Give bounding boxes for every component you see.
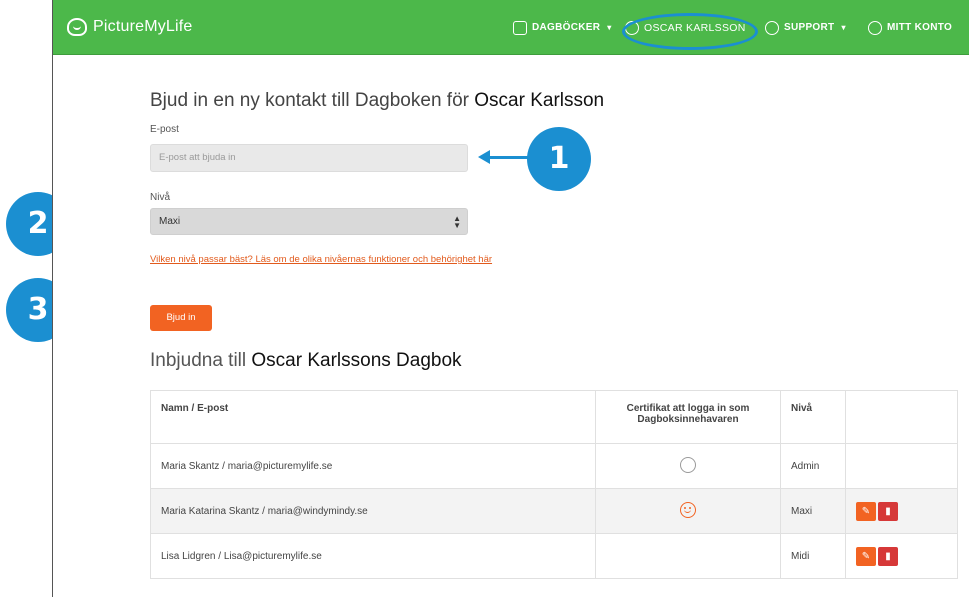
empty-circle-icon[interactable] (680, 456, 696, 473)
page-title: Bjud in en ny kontakt till Dagboken för … (150, 90, 604, 112)
level-help-link[interactable]: Vilken nivå passar bäst? Läs om de olika… (150, 254, 492, 265)
invited-heading-prefix: Inbjudna till (150, 350, 252, 371)
table-header-row: Namn / E-post Certifikat att logga in so… (150, 390, 958, 444)
user-icon (868, 20, 882, 35)
nav-support-label: SUPPORT (784, 22, 835, 33)
book-icon (513, 20, 527, 35)
edit-button[interactable]: ✎ (856, 501, 876, 521)
top-navbar: PictureMyLife DAGBÖCKER ▾ OSCAR KARLSSON… (53, 0, 969, 55)
row-actions: ✎ ▮ (845, 533, 958, 579)
smiley-icon[interactable] (680, 501, 696, 518)
col-certificate: Certifikat att logga in som Dagboksinneh… (595, 390, 781, 444)
invite-button[interactable]: Bjud in (150, 305, 212, 331)
row-name: Lisa Lidgren / Lisa@picturemylife.se (150, 533, 596, 579)
table-row: Maria Katarina Skantz / maria@windymindy… (150, 488, 958, 534)
row-name: Maria Skantz / maria@picturemylife.se (150, 443, 596, 489)
row-cert[interactable] (595, 443, 781, 489)
row-actions (845, 443, 958, 489)
invited-heading-owner: Oscar Karlssons Dagbok (251, 350, 462, 371)
owner-highlight-ring (622, 13, 758, 50)
edit-button[interactable]: ✎ (856, 546, 876, 566)
nav-support-menu[interactable]: SUPPORT ▾ (765, 0, 846, 55)
row-cert (595, 533, 781, 579)
row-cert[interactable] (595, 488, 781, 534)
brand-logo[interactable]: PictureMyLife (67, 18, 193, 36)
email-label: E-post (150, 124, 179, 135)
callout-1-arrow (478, 150, 528, 164)
level-select-value: Maxi (159, 216, 181, 227)
nav-diaries-label: DAGBÖCKER (532, 22, 601, 33)
level-label: Nivå (150, 192, 171, 203)
nav-account-menu[interactable]: MITT KONTO (868, 0, 952, 55)
chevron-down-icon: ▾ (607, 23, 612, 32)
row-level: Admin (780, 443, 846, 489)
col-actions (845, 390, 958, 444)
invited-heading: Inbjudna till Oscar Karlssons Dagbok (150, 350, 462, 372)
speech-bubble-icon (765, 20, 779, 35)
logo-icon (67, 18, 87, 36)
page-title-owner: Oscar Karlsson (474, 90, 605, 111)
callout-1: 1 (527, 127, 591, 191)
level-select[interactable]: Maxi ▲ ▼ (150, 208, 468, 235)
nav-account-label: MITT KONTO (887, 22, 953, 33)
delete-button[interactable]: ▮ (878, 501, 898, 521)
email-field[interactable]: E-post att bjuda in (150, 144, 468, 172)
table-row: Maria Skantz / maria@picturemylife.se Ad… (150, 443, 958, 489)
table-row: Lisa Lidgren / Lisa@picturemylife.se Mid… (150, 533, 958, 579)
invited-table: Namn / E-post Certifikat att logga in so… (150, 390, 958, 579)
nav-diaries-menu[interactable]: DAGBÖCKER ▾ (513, 0, 612, 55)
row-level: Midi (780, 533, 846, 579)
row-actions: ✎ ▮ (845, 488, 958, 534)
delete-button[interactable]: ▮ (878, 546, 898, 566)
row-level: Maxi (780, 488, 846, 534)
col-level: Nivå (780, 390, 846, 444)
select-arrows-icon: ▲ ▼ (453, 214, 461, 230)
row-name: Maria Katarina Skantz / maria@windymindy… (150, 488, 596, 534)
page-title-prefix: Bjud in en ny kontakt till Dagboken för (150, 90, 475, 111)
brand-name: PictureMyLife (93, 18, 193, 35)
chevron-down-icon: ▾ (841, 23, 846, 32)
col-name-email: Namn / E-post (150, 390, 596, 444)
